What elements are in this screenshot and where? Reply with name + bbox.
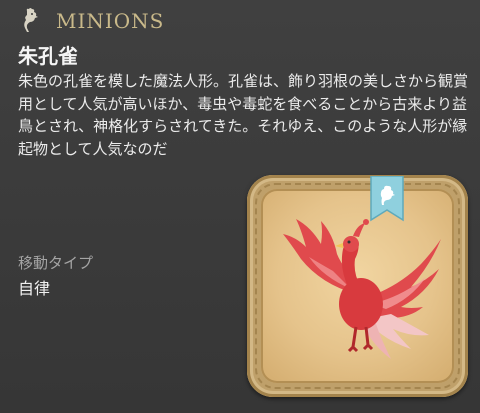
ribbon-tag-icon: [370, 176, 404, 222]
minion-panel: MINIONS 朱孔雀 朱色の孔雀を模した魔法人形。孔雀は、飾り羽根の美しさから…: [0, 0, 480, 413]
minion-name: 朱孔雀: [18, 44, 78, 68]
section-title: MINIONS: [56, 9, 165, 33]
minion-image-frame: [247, 175, 468, 397]
vermilion-peacock-icon: [283, 219, 441, 359]
minion-image: [261, 189, 454, 383]
chocobo-icon: [24, 8, 38, 32]
movement-type-label: 移動タイプ: [18, 254, 94, 272]
movement-type-value: 自律: [18, 279, 51, 298]
minion-description: 朱色の孔雀を模した魔法人形。孔雀は、飾り羽根の美しさから観賞用として人気が高いほ…: [18, 72, 469, 158]
header: MINIONS: [18, 6, 164, 36]
